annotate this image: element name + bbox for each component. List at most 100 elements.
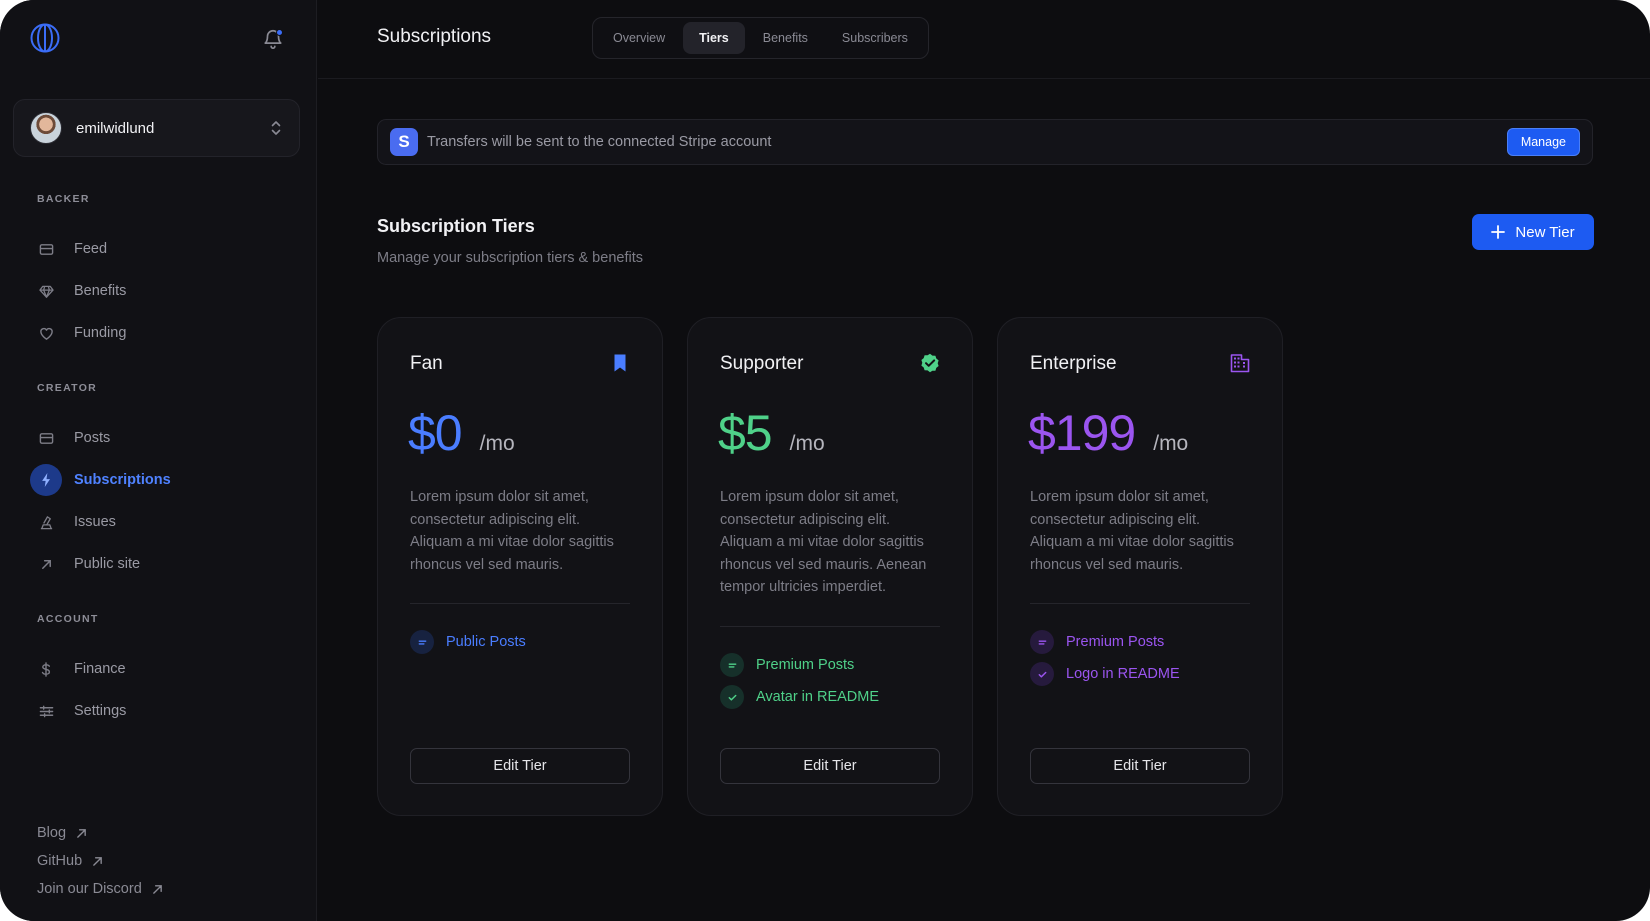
tier-description: Lorem ipsum dolor sit amet, consectetur … [1030, 489, 1234, 573]
sidebar: emilwidlund BACKER Feed Benefits Funding [0, 0, 317, 921]
tier-price-value: $0 [408, 405, 463, 461]
section-label-creator: CREATOR [37, 382, 98, 394]
tier-price-value: $5 [718, 405, 773, 461]
benefit-item: Avatar in README [720, 681, 879, 713]
plus-icon [1491, 225, 1506, 239]
diamond-icon [30, 275, 62, 307]
tab-overview[interactable]: Overview [597, 22, 681, 54]
sliders-icon [30, 695, 62, 727]
tier-benefits: Public Posts [410, 626, 526, 658]
posts-icon [30, 422, 62, 454]
stripe-banner: S Transfers will be sent to the connecte… [377, 119, 1593, 165]
tier-card-fan: Fan $0 /mo Lorem ipsum dolor sit amet, c… [377, 317, 663, 816]
lines-icon [720, 653, 744, 677]
divider [410, 603, 630, 604]
building-icon [1230, 354, 1250, 373]
sidebar-item-issues[interactable]: Issues [30, 504, 300, 540]
page-title: Subscriptions [377, 26, 492, 47]
tier-card-enterprise: Enterprise $199 /mo Lorem ipsum dolor si… [997, 317, 1283, 816]
benefit-item: Premium Posts [720, 649, 879, 681]
arrow-up-right-icon [93, 856, 102, 866]
tier-price-unit: /mo [1153, 432, 1189, 455]
app-window: emilwidlund BACKER Feed Benefits Funding [0, 0, 1650, 921]
tab-bar: Overview Tiers Benefits Subscribers [592, 17, 929, 59]
new-tier-button[interactable]: New Tier [1472, 214, 1594, 250]
sidebar-item-funding[interactable]: Funding [30, 315, 300, 351]
footer-link-label: Join our Discord [37, 881, 142, 897]
issues-icon [30, 506, 62, 538]
divider [720, 626, 940, 627]
tier-name: Fan [410, 353, 443, 374]
sidebar-item-label: Public site [74, 556, 141, 572]
benefit-label: Premium Posts [1066, 634, 1165, 650]
footer-link-blog[interactable]: Blog [37, 825, 87, 841]
bolt-icon [30, 464, 62, 496]
benefit-item: Public Posts [410, 626, 526, 658]
footer-link-discord[interactable]: Join our Discord [37, 881, 163, 897]
section-label-account: ACCOUNT [37, 613, 99, 625]
notifications-bell-icon[interactable] [262, 28, 284, 50]
stripe-banner-text: Transfers will be sent to the connected … [427, 134, 772, 150]
sidebar-item-label: Funding [74, 325, 127, 341]
account-name: emilwidlund [76, 119, 155, 137]
feed-icon [30, 233, 62, 265]
lines-icon [410, 630, 434, 654]
sidebar-item-benefits[interactable]: Benefits [30, 273, 300, 309]
sidebar-item-label: Issues [74, 514, 116, 530]
edit-tier-button[interactable]: Edit Tier [1030, 748, 1250, 784]
account-switcher[interactable]: emilwidlund [13, 99, 300, 157]
sidebar-item-finance[interactable]: Finance [30, 651, 300, 687]
tier-name: Supporter [720, 353, 804, 374]
sidebar-item-label: Benefits [74, 283, 127, 299]
benefit-label: Premium Posts [756, 657, 855, 673]
section-label-backer: BACKER [37, 193, 90, 205]
tier-price: $199 /mo [1028, 404, 1188, 462]
benefit-label: Public Posts [446, 634, 526, 650]
polar-logo-icon[interactable] [29, 22, 61, 54]
sidebar-item-label: Subscriptions [74, 472, 171, 488]
dollar-icon [30, 653, 62, 685]
tier-price: $5 /mo [718, 404, 825, 462]
tier-card-supporter: Supporter $5 /mo Lorem ipsum dolor sit a… [687, 317, 973, 816]
footer-link-github[interactable]: GitHub [37, 853, 103, 869]
tab-subscribers[interactable]: Subscribers [826, 22, 924, 54]
tier-description: Lorem ipsum dolor sit amet, consectetur … [410, 489, 614, 573]
lines-icon [1030, 630, 1054, 654]
footer-link-label: Blog [37, 825, 67, 841]
arrow-up-right-icon [152, 884, 162, 894]
sidebar-item-label: Feed [74, 241, 108, 257]
tier-price: $0 /mo [408, 404, 515, 462]
section-title: Subscription Tiers [377, 216, 535, 236]
benefit-label: Logo in README [1066, 666, 1180, 682]
tier-benefits: Premium Posts Logo in README [1030, 626, 1180, 690]
tab-tiers[interactable]: Tiers [683, 22, 745, 54]
sidebar-item-label: Finance [74, 661, 126, 677]
top-bar: Subscriptions Overview Tiers Benefits Su… [318, 0, 1650, 79]
tier-price-value: $199 [1028, 405, 1136, 461]
sidebar-item-settings[interactable]: Settings [30, 693, 300, 729]
tier-description: Lorem ipsum dolor sit amet, consectetur … [720, 489, 927, 595]
section-subtitle: Manage your subscription tiers & benefit… [377, 250, 643, 266]
tier-benefits: Premium Posts Avatar in README [720, 649, 879, 713]
sidebar-item-posts[interactable]: Posts [30, 420, 300, 456]
divider [1030, 603, 1250, 604]
tab-benefits[interactable]: Benefits [747, 22, 824, 54]
edit-tier-button[interactable]: Edit Tier [410, 748, 630, 784]
sidebar-item-public-site[interactable]: Public site [30, 546, 300, 582]
sidebar-item-subscriptions[interactable]: Subscriptions [30, 462, 300, 498]
stripe-logo-icon: S [390, 128, 418, 156]
benefit-label: Avatar in README [756, 689, 880, 705]
notification-dot [276, 29, 283, 36]
manage-button[interactable]: Manage [1506, 128, 1580, 156]
sidebar-item-label: Settings [74, 703, 127, 719]
footer-link-label: GitHub [37, 853, 83, 869]
arrow-up-right-icon [77, 828, 86, 838]
sidebar-item-feed[interactable]: Feed [30, 231, 300, 267]
heart-icon [30, 317, 62, 349]
verified-badge-icon [921, 353, 939, 373]
arrow-up-right-icon [30, 548, 62, 580]
check-icon [1030, 662, 1054, 686]
edit-tier-button[interactable]: Edit Tier [720, 748, 940, 784]
tier-price-unit: /mo [789, 432, 825, 455]
check-icon [720, 685, 744, 709]
